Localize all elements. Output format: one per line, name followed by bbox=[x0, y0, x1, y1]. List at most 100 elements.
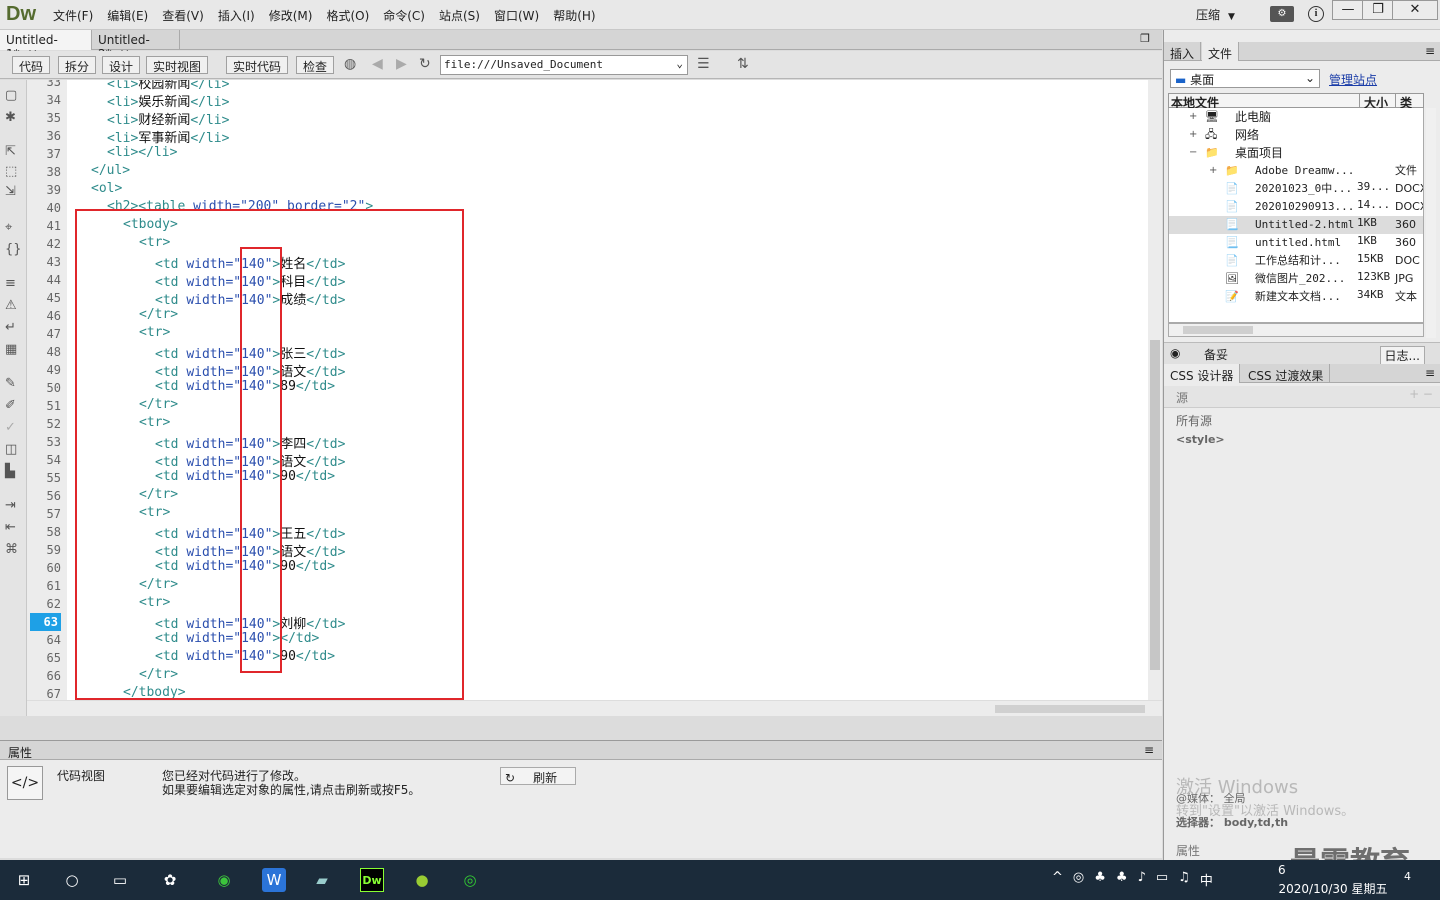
inspect-button[interactable]: 检查 bbox=[296, 56, 335, 74]
code-view-button[interactable]: 代码 bbox=[12, 56, 51, 74]
sort-icon[interactable]: ⇅ bbox=[737, 56, 749, 72]
globe-icon[interactable]: ◍ bbox=[344, 56, 356, 72]
minimize-button[interactable]: — bbox=[1332, 0, 1364, 20]
outdent-icon[interactable]: ⇤ bbox=[5, 520, 16, 535]
dreamweaver-taskbar-icon[interactable]: Dw bbox=[360, 868, 384, 892]
melon-app-icon[interactable]: ● bbox=[410, 868, 434, 892]
ime-indicator[interactable]: 中 bbox=[1200, 870, 1213, 889]
menu-item[interactable]: 修改(M) bbox=[262, 7, 320, 24]
file-row[interactable]: 📄 202010290913...14... DOCX bbox=[1169, 198, 1423, 216]
qq-icon[interactable]: ♣ bbox=[1094, 870, 1106, 889]
forward-arrow-icon[interactable]: ▶ bbox=[396, 56, 407, 72]
site-select[interactable]: ▬ 桌面 ⌄ bbox=[1170, 69, 1320, 88]
volume-icon[interactable]: ♫ bbox=[1178, 870, 1190, 889]
tab-files[interactable]: 文件 bbox=[1202, 42, 1240, 61]
expander-icon[interactable]: + bbox=[1189, 108, 1197, 126]
all-sources[interactable]: 所有源 bbox=[1176, 412, 1212, 429]
wps-writer-icon[interactable]: W bbox=[262, 868, 286, 892]
style-source[interactable]: <style> bbox=[1176, 433, 1225, 446]
tab-insert[interactable]: 插入 bbox=[1164, 42, 1202, 61]
file-row[interactable]: 📃 Untitled-2.html 1KB 360 bbox=[1169, 216, 1423, 234]
file-row[interactable]: + 🖧 网络 bbox=[1169, 126, 1423, 144]
move-css-icon[interactable]: ▙ bbox=[5, 464, 15, 479]
code-line[interactable]: <li>军事新闻</li> bbox=[107, 127, 229, 146]
code-line[interactable]: </ul> bbox=[91, 163, 130, 181]
scroll-thumb[interactable] bbox=[1183, 326, 1253, 334]
live-code-button[interactable]: 实时代码 bbox=[226, 56, 289, 74]
file-row[interactable]: + 🖥 此电脑 bbox=[1169, 108, 1423, 126]
info-icon[interactable]: i bbox=[1308, 6, 1324, 22]
menu-item[interactable]: 格式(O) bbox=[319, 7, 376, 24]
tab-css-transitions[interactable]: CSS 过渡效果 bbox=[1242, 364, 1331, 383]
file-row[interactable]: 📃 untitled.html 1KB 360 bbox=[1169, 234, 1423, 252]
expander-icon[interactable]: + bbox=[1209, 162, 1217, 180]
back-arrow-icon[interactable]: ◀ bbox=[372, 56, 383, 72]
network-icon[interactable]: ▭ bbox=[1156, 870, 1168, 889]
address-input[interactable]: file:///Unsaved_Document ⌄ bbox=[440, 55, 688, 75]
open-documents-icon[interactable]: ▢ bbox=[5, 88, 17, 103]
chevron-down-icon[interactable]: ⌄ bbox=[676, 57, 683, 70]
design-view-button[interactable]: 设计 bbox=[102, 56, 141, 74]
expand-all-icon[interactable]: ⇲ bbox=[5, 184, 16, 199]
notification-bell-icon[interactable]: ♪ bbox=[1138, 870, 1146, 889]
wechat-tray-icon[interactable]: ◎ bbox=[1073, 870, 1084, 889]
live-view-button[interactable]: 实时视图 bbox=[146, 56, 209, 74]
word-wrap-icon[interactable]: ↵ bbox=[5, 320, 16, 335]
chevron-up-icon[interactable]: ^ bbox=[1052, 870, 1063, 889]
editor-vertical-scrollbar[interactable] bbox=[1148, 80, 1162, 700]
file-row[interactable]: 🖼 微信图片_202... 123KB JPG bbox=[1169, 270, 1423, 288]
qq-icon[interactable]: ♣ bbox=[1116, 870, 1128, 889]
menu-item[interactable]: 命令(C) bbox=[376, 7, 432, 24]
wrap-tag-icon[interactable]: ✓ bbox=[5, 420, 16, 435]
restore-icon[interactable]: ❐ bbox=[1140, 32, 1150, 45]
apply-comment-icon[interactable]: ✎ bbox=[5, 376, 16, 391]
file-tree-horizontal-scrollbar[interactable] bbox=[1168, 323, 1424, 337]
balance-braces-icon[interactable]: {} bbox=[5, 242, 22, 257]
notepad-icon[interactable]: ▰ bbox=[310, 868, 334, 892]
editor-horizontal-scrollbar[interactable] bbox=[27, 700, 1162, 716]
task-view-icon[interactable]: ▭ bbox=[108, 868, 132, 892]
panel-menu-icon[interactable]: ≡ bbox=[1425, 366, 1435, 380]
file-tree-vertical-scrollbar[interactable] bbox=[1426, 108, 1436, 338]
scroll-thumb[interactable] bbox=[995, 705, 1145, 713]
file-row[interactable]: 📄 工作总结和计... 15KB DOC bbox=[1169, 252, 1423, 270]
gear-icon[interactable]: ⚙ bbox=[1270, 6, 1294, 22]
indent-icon[interactable]: ⇥ bbox=[5, 498, 16, 513]
expander-icon[interactable]: + bbox=[1189, 126, 1197, 144]
scroll-thumb[interactable] bbox=[1150, 340, 1160, 670]
app-pinwheel-icon[interactable]: ✿ bbox=[158, 868, 182, 892]
tab-css-designer[interactable]: CSS 设计器 bbox=[1164, 364, 1241, 383]
menu-item[interactable]: 站点(S) bbox=[432, 7, 487, 24]
line-numbers-icon[interactable]: ≡ bbox=[5, 276, 16, 291]
refresh-icon[interactable]: ↻ bbox=[419, 56, 431, 72]
menu-item[interactable]: 窗口(W) bbox=[487, 7, 546, 24]
refresh-button[interactable]: ↻ 刷新 bbox=[500, 767, 576, 785]
wechat-icon[interactable]: ◎ bbox=[458, 868, 482, 892]
syntax-coloring-icon[interactable]: ▦ bbox=[5, 342, 17, 357]
menu-item[interactable]: 帮助(H) bbox=[546, 7, 602, 24]
expander-icon[interactable]: − bbox=[1189, 144, 1197, 162]
collapse-full-tag-icon[interactable]: ⇱ bbox=[5, 144, 16, 159]
add-remove-icon[interactable]: + − bbox=[1409, 387, 1433, 401]
log-button[interactable]: 日志... bbox=[1379, 346, 1425, 365]
select-parent-tag-icon[interactable]: ⌖ bbox=[5, 220, 12, 235]
code-line[interactable]: <ol> bbox=[91, 181, 122, 199]
menu-item[interactable]: 插入(I) bbox=[211, 7, 262, 24]
file-row[interactable]: − 📁 桌面项目 bbox=[1169, 144, 1423, 162]
tab-untitled-1[interactable]: Untitled-1*✕ bbox=[0, 30, 92, 61]
panel-menu-icon[interactable]: ≡ bbox=[1144, 743, 1154, 757]
panel-menu-icon[interactable]: ≡ bbox=[1425, 44, 1435, 58]
snippet-icon[interactable]: ✱ bbox=[5, 110, 16, 125]
highlight-invalid-icon[interactable]: ⚠ bbox=[5, 298, 17, 313]
file-row[interactable]: 📄 20201023_0中... 39... DOCX bbox=[1169, 180, 1423, 198]
code-line[interactable]: <li>校园新闻</li> bbox=[107, 80, 229, 92]
collapse-selection-icon[interactable]: ⬚ bbox=[5, 164, 17, 179]
code-line[interactable]: <li></li> bbox=[107, 145, 177, 163]
close-button[interactable]: ✕ bbox=[1392, 0, 1438, 20]
file-row[interactable]: + 📁 Adobe Dreamw... 文件 bbox=[1169, 162, 1423, 180]
tab-untitled-2[interactable]: Untitled-2*✕ bbox=[92, 30, 180, 61]
file-management-icon[interactable]: ☰ bbox=[697, 56, 710, 72]
search-icon[interactable]: ○ bbox=[60, 868, 84, 892]
manage-site-link[interactable]: 管理站点 bbox=[1329, 71, 1377, 88]
browser-icon[interactable]: ◉ bbox=[212, 868, 236, 892]
